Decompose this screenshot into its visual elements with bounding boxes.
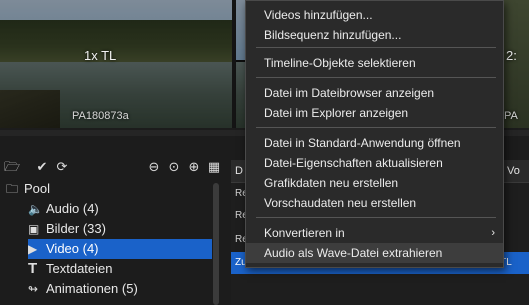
menu-item-add-videos[interactable]: Videos hinzufügen... [246, 5, 503, 25]
menu-separator [256, 127, 496, 128]
image-icon: ▣ [28, 222, 40, 236]
tree-item-label: Pool [24, 181, 51, 196]
video-thumbnail[interactable]: 1x TL PA180873a [0, 0, 232, 128]
animation-icon: ↬ [28, 282, 39, 296]
video-icon: ▶ [28, 242, 38, 256]
refresh-icon[interactable]: ⟳ [54, 159, 70, 175]
tree-item-label: Video (4) [46, 241, 99, 256]
media-pool-toolbar: 🗁 ✔ ⟳ ⊖ ⊙ ⊕ ▦ [0, 156, 229, 178]
check-icon[interactable]: ✔ [34, 159, 50, 175]
tree-scrollbar[interactable] [213, 183, 219, 305]
video-thumbnail[interactable]: 2: PA [502, 0, 529, 128]
menu-item-show-in-file-browser[interactable]: Datei im Dateibrowser anzeigen [246, 83, 503, 103]
folder-open-icon[interactable]: 🗁 [4, 159, 20, 175]
text-icon: T [28, 260, 38, 277]
column-header[interactable]: D [235, 160, 243, 182]
thumbnail-label: 2: [506, 48, 517, 63]
menu-item-refresh-file-properties[interactable]: Datei-Eigenschaften aktualisieren [246, 153, 503, 173]
menu-separator [256, 47, 496, 48]
menu-item-extract-audio-wave[interactable]: Audio als Wave-Datei extrahieren [246, 243, 503, 263]
tree-item-animationen[interactable]: ↬ Animationen (5) [28, 279, 208, 299]
folder-icon: 🗀 [6, 182, 19, 196]
zoom-out-icon[interactable]: ⊖ [146, 159, 162, 175]
menu-item-select-timeline-objects[interactable]: Timeline-Objekte selektieren [246, 53, 503, 73]
tree-item-label: Animationen (5) [46, 281, 138, 296]
menu-item-rebuild-graphics-data[interactable]: Grafikdaten neu erstellen [246, 173, 503, 193]
zoom-in-icon[interactable]: ⊕ [186, 159, 202, 175]
menu-item-convert-to[interactable]: Konvertieren in › [246, 223, 503, 243]
menu-separator [256, 77, 496, 78]
submenu-arrow-icon: › [491, 227, 495, 239]
tree-item-label: Bilder (33) [46, 221, 106, 236]
context-menu: Videos hinzufügen... Bildsequenz hinzufü… [245, 0, 504, 268]
tree-item-audio[interactable]: 🔈 Audio (4) [28, 199, 208, 219]
tree-item-label: Textdateien [46, 261, 113, 276]
grid-view-icon[interactable]: ▦ [206, 159, 222, 175]
tree-item-video[interactable]: ▶ Video (4) [28, 239, 212, 259]
menu-separator [256, 217, 496, 218]
tree-item-textdateien[interactable]: T Textdateien [28, 259, 208, 279]
thumbnail-label: 1x TL [84, 48, 117, 63]
media-pool-tree: 🗀 Pool 🔈 Audio (4) ▣ Bilder (33) ▶ Video (4)… [0, 179, 229, 305]
menu-item-rebuild-preview-data[interactable]: Vorschaudaten neu erstellen [246, 193, 503, 213]
menu-item-show-in-explorer[interactable]: Datei im Explorer anzeigen [246, 103, 503, 123]
menu-item-add-image-sequence[interactable]: Bildsequenz hinzufügen... [246, 25, 503, 45]
tree-item-bilder[interactable]: ▣ Bilder (33) [28, 219, 208, 239]
menu-item-open-in-default-app[interactable]: Datei in Standard-Anwendung öffnen [246, 133, 503, 153]
thumbnail-filename: PA [504, 110, 518, 122]
tree-item-label: Audio (4) [46, 201, 99, 216]
column-header[interactable]: Vo [507, 160, 520, 182]
speaker-icon: 🔈 [28, 202, 43, 216]
tree-item-pool[interactable]: 🗀 Pool [6, 179, 50, 199]
thumbnail-filename: PA180873a [72, 110, 129, 122]
zoom-reset-icon[interactable]: ⊙ [166, 159, 182, 175]
